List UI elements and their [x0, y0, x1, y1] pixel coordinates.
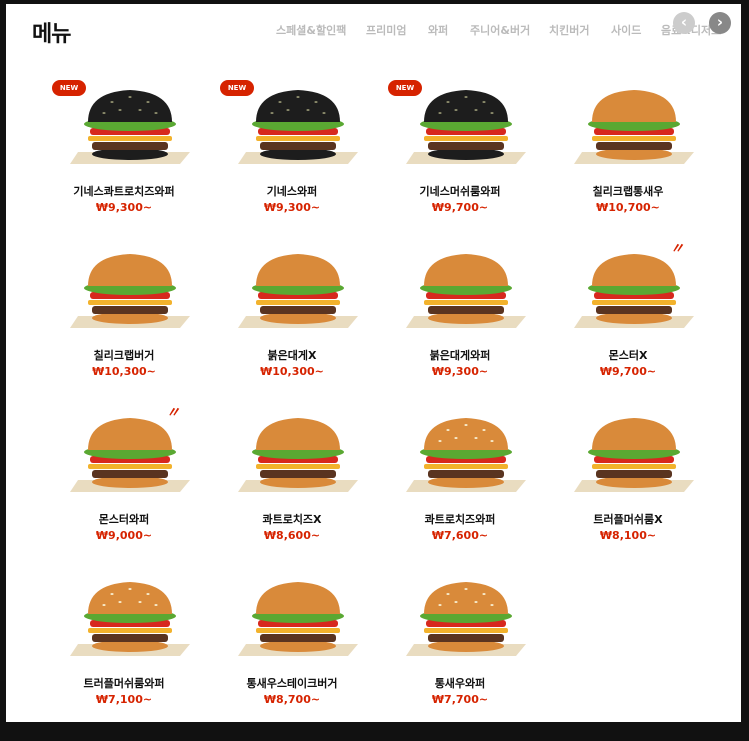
product-name: 칠리크랩버거	[93, 349, 155, 362]
product-price: ₩7,600~	[431, 529, 489, 542]
product-name: 콰트로치즈와퍼	[424, 513, 496, 526]
product-price: ₩8,700~	[263, 693, 321, 706]
product-price: ₩9,700~	[431, 201, 489, 214]
spicy-icon: 〃	[670, 241, 684, 257]
product-name: 기네스머쉬룸와퍼	[419, 185, 501, 198]
product-card[interactable]: NEW 기네스머쉬룸와퍼 ₩9,700~	[386, 80, 554, 244]
product-price: ₩8,100~	[599, 529, 657, 542]
product-card[interactable]: 콰트로치즈X ₩8,600~	[218, 408, 386, 572]
burger-image	[238, 418, 358, 492]
chevron-left-icon[interactable]: ‹	[673, 12, 695, 34]
new-badge: NEW	[52, 80, 86, 96]
product-card[interactable]: NEW 기네스콰트로치즈와퍼 ₩9,300~	[50, 80, 218, 244]
product-card[interactable]: 트러플머쉬룸와퍼 ₩7,100~	[50, 572, 218, 722]
product-card[interactable]: 통새우와퍼 ₩7,700~	[386, 572, 554, 722]
product-name: 붉은대게X	[267, 349, 317, 362]
burger-image	[406, 582, 526, 656]
burger-image	[406, 418, 526, 492]
product-name: 통새우와퍼	[434, 677, 486, 690]
product-card[interactable]: 〃 몬스터X ₩9,700~	[554, 241, 722, 408]
nav-item-special[interactable]: 스페셜&할인팩	[276, 22, 346, 38]
burger-image	[574, 418, 694, 492]
product-card[interactable]: 칠리크랩통새우 ₩10,700~	[554, 80, 722, 244]
product-price: ₩9,700~	[599, 365, 657, 378]
product-price: ₩9,000~	[95, 529, 153, 542]
burger-image	[574, 254, 694, 328]
burger-image	[238, 254, 358, 328]
product-price: ₩9,300~	[263, 201, 321, 214]
product-name: 트러플머쉬룸와퍼	[83, 677, 165, 690]
burger-image	[406, 254, 526, 328]
product-card[interactable]: 붉은대게X ₩10,300~	[218, 244, 386, 408]
product-price: ₩7,100~	[95, 693, 153, 706]
product-price: ₩10,300~	[260, 365, 324, 378]
nav-item-chicken[interactable]: 치킨버거	[549, 22, 589, 38]
product-grid: NEW 기네스콰트로치즈와퍼 ₩9,300~ NEW 기네스와퍼 ₩9,300~…	[50, 80, 722, 722]
product-card[interactable]: 콰트로치즈와퍼 ₩7,600~	[386, 408, 554, 572]
product-name: 붉은대게와퍼	[429, 349, 491, 362]
menu-logo: 메뉴	[32, 22, 71, 47]
product-price: ₩9,300~	[95, 201, 153, 214]
product-name: 콰트로치즈X	[262, 513, 322, 526]
product-card[interactable]: 〃 몬스터와퍼 ₩9,000~	[50, 405, 218, 572]
product-price: ₩7,700~	[431, 693, 489, 706]
product-card[interactable]: NEW 기네스와퍼 ₩9,300~	[218, 80, 386, 244]
category-nav: 스페셜&할인팩 프리미엄 와퍼 주니어&버거 치킨버거 사이드 음료&디저트 ‹…	[276, 12, 736, 46]
nav-item-whopper[interactable]: 와퍼	[428, 22, 448, 38]
menu-page: 메뉴 스페셜&할인팩 프리미엄 와퍼 주니어&버거 치킨버거 사이드 음료&디저…	[6, 4, 741, 722]
product-card[interactable]: 통새우스테이크버거 ₩8,700~	[218, 572, 386, 722]
burger-image	[70, 254, 190, 328]
product-name: 트러플머쉬룸X	[593, 513, 663, 526]
product-name: 통새우스테이크버거	[246, 677, 338, 690]
product-card[interactable]: 붉은대게와퍼 ₩9,300~	[386, 244, 554, 408]
nav-item-junior[interactable]: 주니어&버거	[470, 22, 530, 38]
nav-item-side[interactable]: 사이드	[611, 22, 641, 38]
chevron-right-icon[interactable]: ›	[709, 12, 731, 34]
nav-item-premium[interactable]: 프리미엄	[366, 22, 406, 38]
product-price: ₩8,600~	[263, 529, 321, 542]
new-badge: NEW	[388, 80, 422, 96]
product-price: ₩10,300~	[92, 365, 156, 378]
burger-image	[70, 582, 190, 656]
product-name: 칠리크랩통새우	[592, 185, 664, 198]
product-card[interactable]: 칠리크랩버거 ₩10,300~	[50, 244, 218, 408]
new-badge: NEW	[220, 80, 254, 96]
product-name: 몬스터X	[608, 349, 648, 362]
burger-image	[70, 418, 190, 492]
spicy-icon: 〃	[166, 405, 180, 421]
product-price: ₩9,300~	[431, 365, 489, 378]
product-name: 기네스와퍼	[266, 185, 318, 198]
burger-image	[574, 90, 694, 164]
burger-image	[238, 582, 358, 656]
product-price: ₩10,700~	[596, 201, 660, 214]
product-name: 기네스콰트로치즈와퍼	[73, 185, 175, 198]
product-card[interactable]: 트러플머쉬룸X ₩8,100~	[554, 408, 722, 572]
product-name: 몬스터와퍼	[98, 513, 150, 526]
